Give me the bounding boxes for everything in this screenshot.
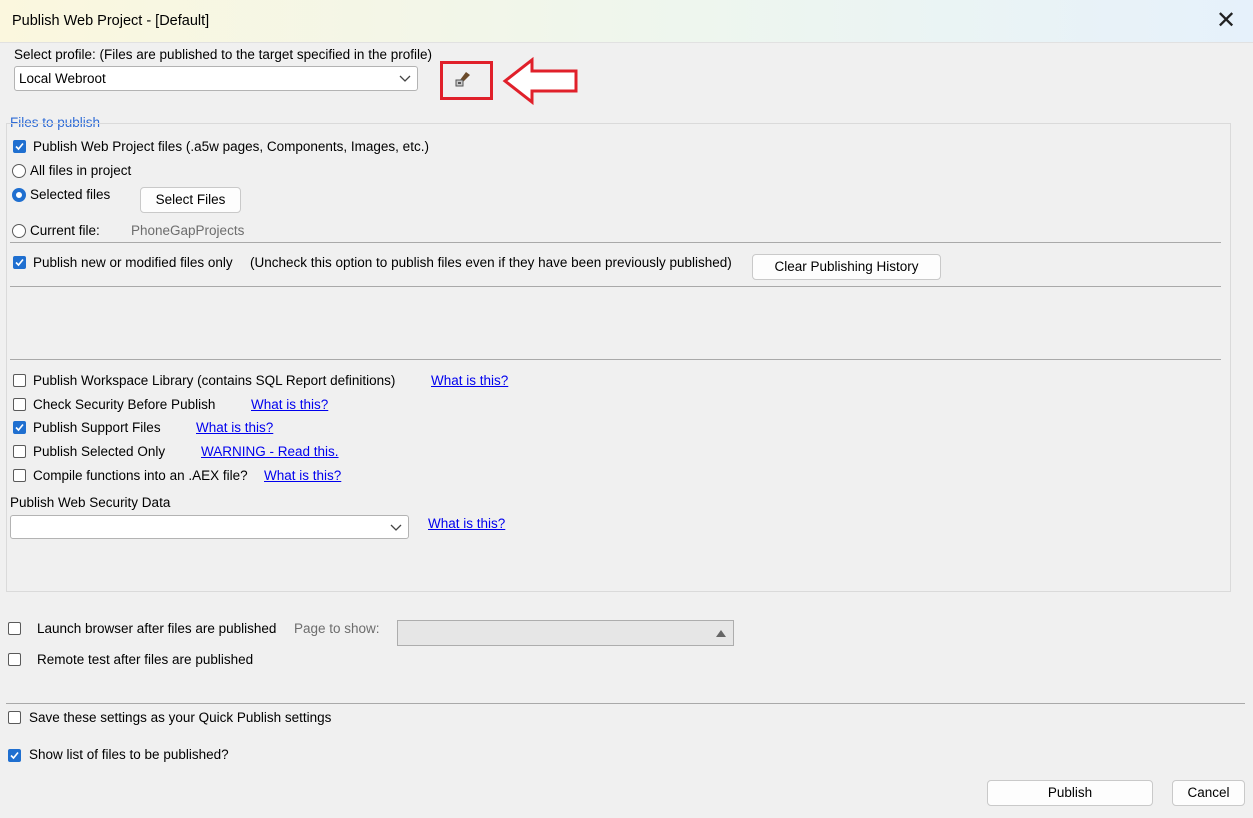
current-file-label: Current file: [30, 223, 100, 238]
divider [10, 359, 1221, 360]
show-list-checkbox[interactable] [8, 749, 21, 762]
triangle-up-icon[interactable] [715, 628, 727, 638]
divider [6, 703, 1245, 704]
workspace-library-label: Publish Workspace Library (contains SQL … [33, 373, 396, 388]
selected-only-warning-link[interactable]: WARNING - Read this. [201, 444, 339, 459]
launch-browser-label: Launch browser after files are published [37, 621, 277, 636]
selected-only-checkbox[interactable] [13, 445, 26, 458]
all-files-radio[interactable] [12, 164, 26, 178]
quick-publish-label: Save these settings as your Quick Publis… [29, 710, 332, 725]
chevron-down-icon [399, 75, 411, 82]
clear-publishing-history-button[interactable]: Clear Publishing History [752, 254, 941, 280]
annotation-arrow-icon [502, 56, 578, 106]
window-title: Publish Web Project - [Default] [12, 13, 210, 29]
profile-select[interactable]: Local Webroot [14, 66, 418, 91]
selected-files-label: Selected files [30, 187, 111, 202]
new-modified-hint: (Uncheck this option to publish files ev… [250, 255, 732, 270]
profile-select-value: Local Webroot [19, 71, 106, 86]
divider [10, 286, 1221, 287]
workspace-library-help-link[interactable]: What is this? [431, 373, 508, 388]
support-files-label: Publish Support Files [33, 420, 161, 435]
publish-project-files-label: Publish Web Project files (.a5w pages, C… [33, 139, 429, 154]
security-data-label: Publish Web Security Data [10, 495, 171, 510]
compile-functions-checkbox[interactable] [13, 469, 26, 482]
check-security-checkbox[interactable] [13, 398, 26, 411]
close-icon[interactable]: ✕ [1213, 8, 1239, 34]
new-modified-only-label: Publish new or modified files only [33, 255, 233, 270]
current-file-value: PhoneGapProjects [131, 223, 245, 238]
page-to-show-label: Page to show: [294, 621, 380, 636]
current-file-radio[interactable] [12, 224, 26, 238]
support-files-checkbox[interactable] [13, 421, 26, 434]
remote-test-label: Remote test after files are published [37, 652, 254, 667]
compile-functions-label: Compile functions into an .AEX file? [33, 468, 248, 483]
check-security-label: Check Security Before Publish [33, 397, 216, 412]
new-modified-only-checkbox[interactable] [13, 256, 26, 269]
all-files-label: All files in project [30, 163, 132, 178]
workspace-library-checkbox[interactable] [13, 374, 26, 387]
divider [10, 242, 1221, 243]
security-data-select[interactable] [10, 515, 409, 539]
publish-button[interactable]: Publish [987, 780, 1153, 806]
chevron-down-icon [390, 524, 402, 531]
security-data-help-link[interactable]: What is this? [428, 516, 505, 531]
launch-browser-checkbox[interactable] [8, 622, 21, 635]
publish-project-files-checkbox[interactable] [13, 140, 26, 153]
selected-files-radio[interactable] [12, 188, 26, 202]
title-bar: Publish Web Project - [Default] ✕ [0, 0, 1253, 43]
remote-test-checkbox[interactable] [8, 653, 21, 666]
compile-functions-help-link[interactable]: What is this? [264, 468, 341, 483]
page-to-show-input[interactable] [397, 620, 734, 646]
profile-label: Select profile: (Files are published to … [14, 47, 432, 62]
check-security-help-link[interactable]: What is this? [251, 397, 328, 412]
support-files-help-link[interactable]: What is this? [196, 420, 273, 435]
select-files-button[interactable]: Select Files [140, 187, 241, 213]
edit-profile-button[interactable] [452, 70, 474, 90]
brush-icon [455, 72, 470, 87]
selected-only-label: Publish Selected Only [33, 444, 166, 459]
quick-publish-checkbox[interactable] [8, 711, 21, 724]
show-list-label: Show list of files to be published? [29, 747, 229, 762]
cancel-button[interactable]: Cancel [1172, 780, 1245, 806]
